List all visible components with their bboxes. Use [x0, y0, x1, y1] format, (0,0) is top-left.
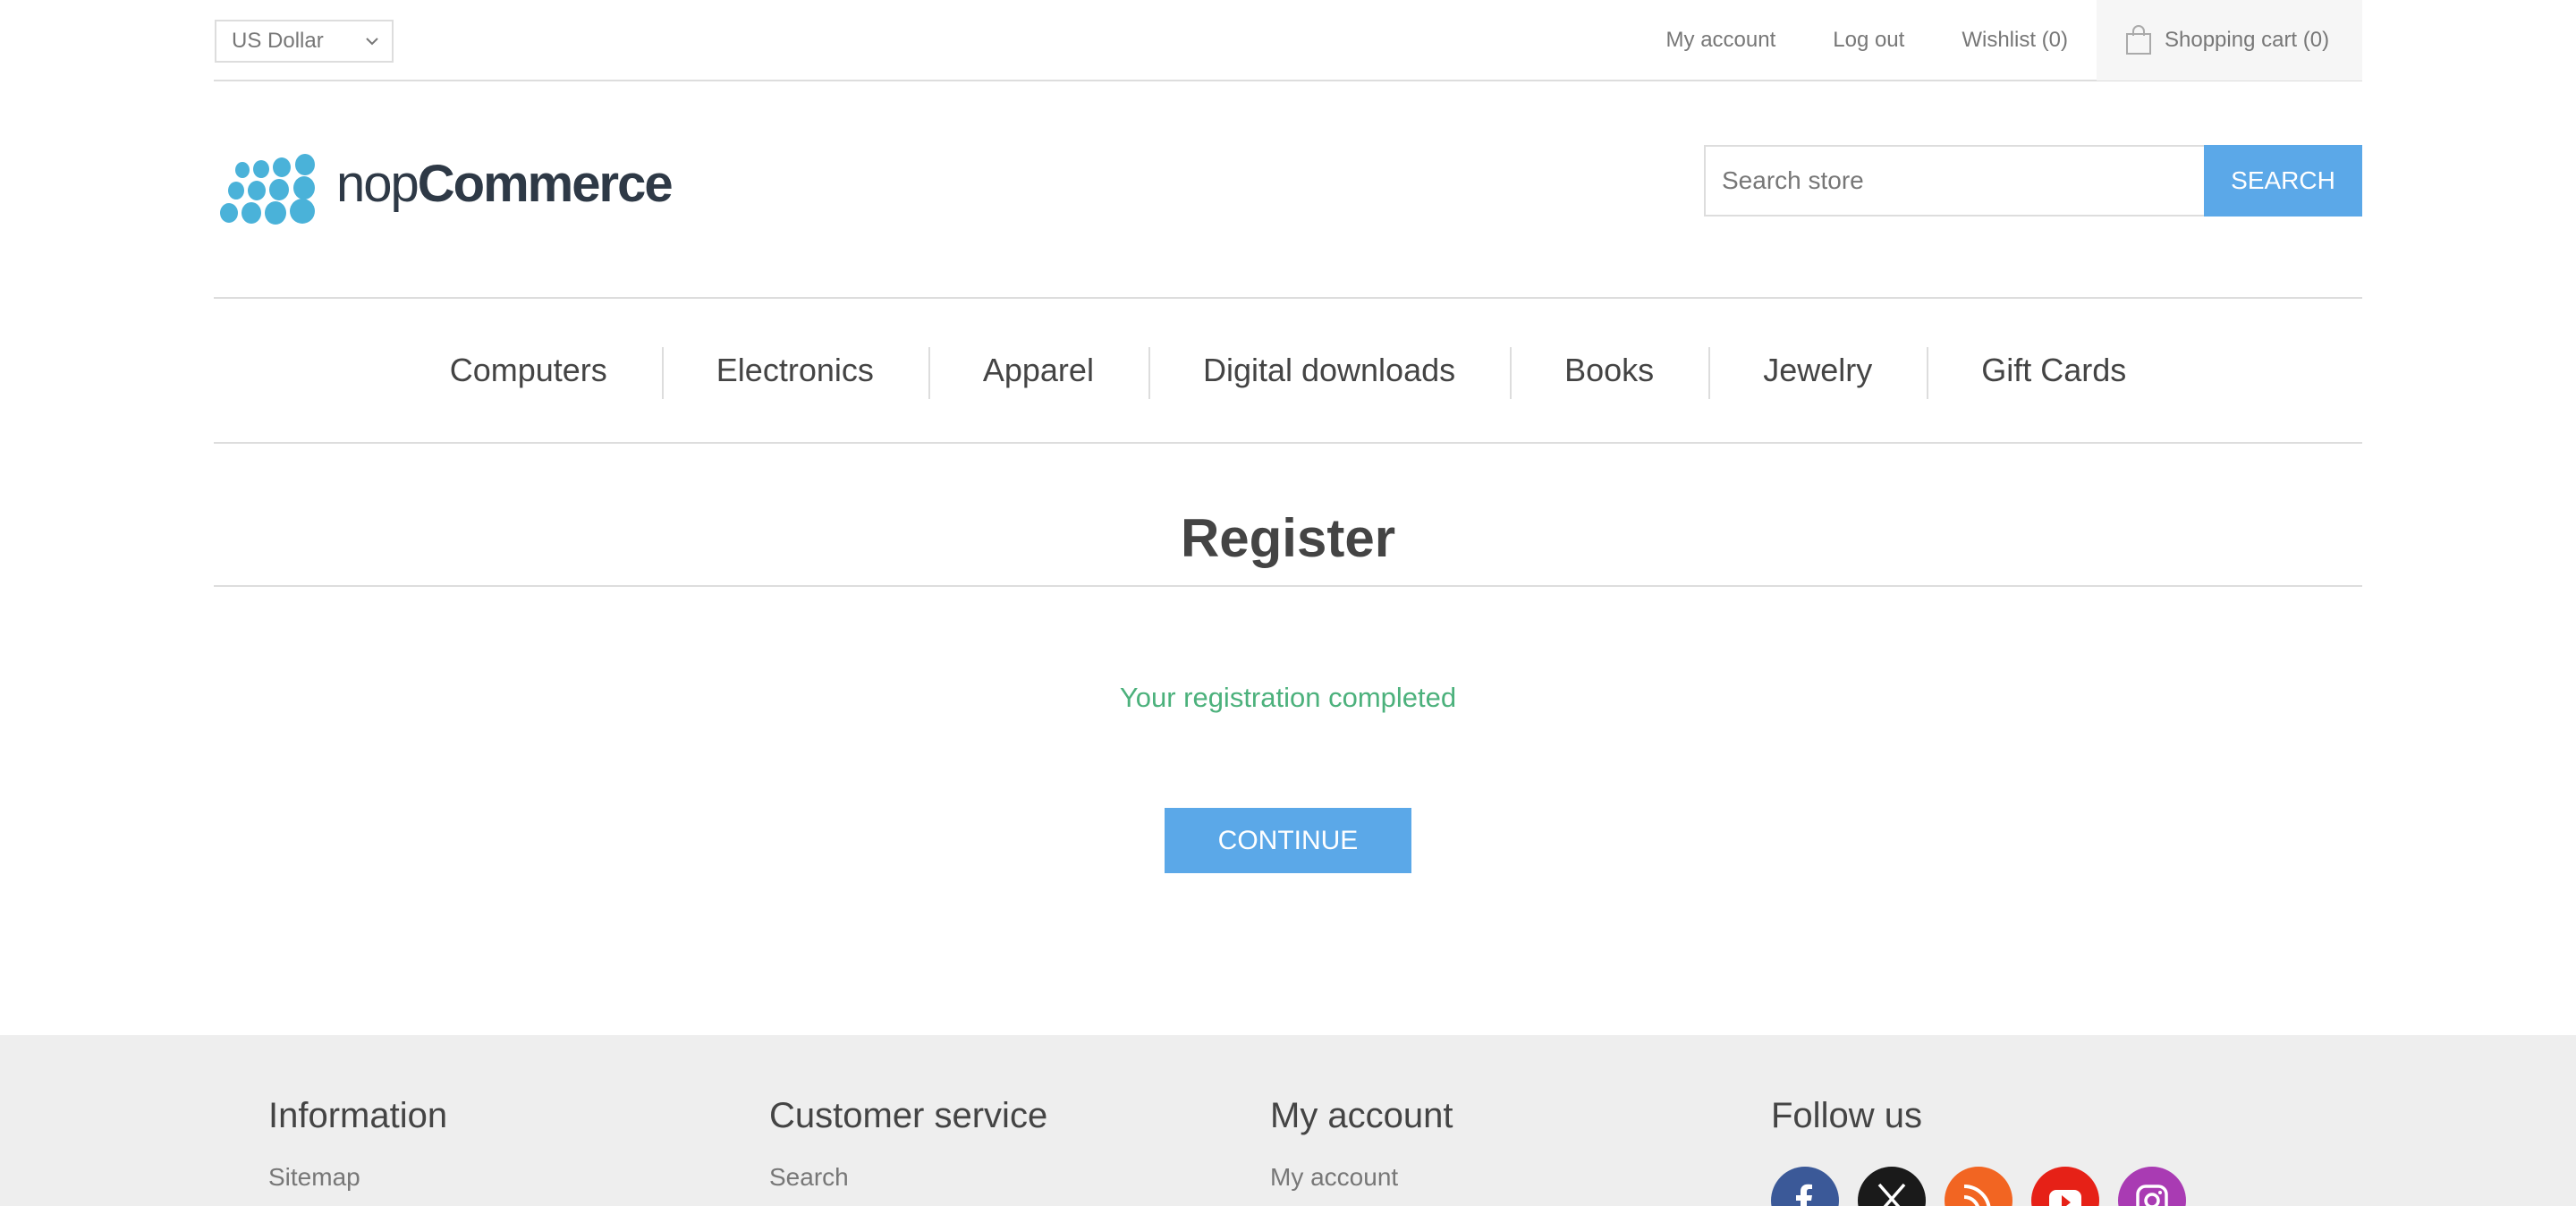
facebook-link[interactable]	[1771, 1167, 1839, 1206]
footer-link-search[interactable]: Search	[769, 1163, 1047, 1192]
shopping-cart-link[interactable]: Shopping cart (0)	[2097, 0, 2362, 81]
footer-information: Information Sitemap	[268, 1096, 447, 1192]
menu-item-computers[interactable]: Computers	[395, 352, 662, 389]
logo-text: nopCommerce	[336, 154, 674, 214]
shopping-cart-label: Shopping cart (0)	[2165, 28, 2330, 52]
instagram-icon	[2136, 1185, 2168, 1206]
footer-follow-us-title: Follow us	[1771, 1096, 1922, 1135]
search-input[interactable]	[1704, 145, 2205, 217]
logo-text-commerce: Commerce	[417, 155, 674, 213]
currency-select[interactable]: US Dollar	[215, 20, 394, 63]
page: US Dollar My account Log out Wishlist (0…	[0, 0, 2576, 1206]
footer-information-title: Information	[268, 1096, 448, 1135]
x-link[interactable]	[1858, 1167, 1926, 1206]
chevron-down-icon	[366, 38, 378, 46]
youtube-icon	[2049, 1190, 2081, 1206]
menu-item-jewelry[interactable]: Jewelry	[1708, 347, 1927, 399]
top-menu: Computers Electronics Apparel Digital do…	[214, 297, 2362, 444]
rss-icon	[1963, 1185, 1991, 1206]
footer-link-sitemap[interactable]: Sitemap	[268, 1163, 447, 1192]
menu-item-gift-cards[interactable]: Gift Cards	[1927, 347, 2181, 399]
footer-my-account: My account My account	[1270, 1096, 1453, 1192]
menu-item-apparel[interactable]: Apparel	[928, 347, 1148, 399]
facebook-icon	[1796, 1184, 1812, 1206]
search-button[interactable]: SEARCH	[2204, 145, 2362, 217]
store-logo[interactable]: nopCommerce	[218, 150, 674, 229]
wishlist-link[interactable]: Wishlist (0)	[1962, 28, 2068, 53]
logo-dots-icon	[220, 154, 315, 225]
youtube-link[interactable]	[2031, 1167, 2099, 1206]
social-links	[1771, 1167, 2205, 1206]
footer-follow-us: Follow us	[1771, 1096, 2205, 1206]
x-icon	[1877, 1183, 1906, 1206]
footer-link-my-account[interactable]: My account	[1270, 1163, 1453, 1192]
footer-customer-service: Customer service Search	[769, 1096, 1047, 1192]
header-links: My account Log out Wishlist (0) Shopping…	[1666, 0, 2362, 81]
log-out-link[interactable]: Log out	[1833, 28, 1904, 53]
page-title: Register	[214, 501, 2362, 587]
menu-item-digital-downloads[interactable]: Digital downloads	[1148, 347, 1510, 399]
registration-result-message: Your registration completed	[1119, 682, 1457, 713]
footer: Information Sitemap Customer service Sea…	[0, 1035, 2576, 1206]
continue-button[interactable]: CONTINUE	[1165, 808, 1411, 873]
footer-my-account-title: My account	[1270, 1096, 1453, 1135]
cart-bag-icon	[2126, 25, 2151, 55]
menu-item-books[interactable]: Books	[1510, 347, 1708, 399]
instagram-link[interactable]	[2118, 1167, 2186, 1206]
my-account-link[interactable]: My account	[1666, 28, 1776, 53]
header-upper: US Dollar My account Log out Wishlist (0…	[214, 0, 2362, 81]
menu-item-electronics[interactable]: Electronics	[661, 347, 928, 399]
currency-value: US Dollar	[232, 29, 324, 53]
footer-customer-service-title: Customer service	[769, 1096, 1048, 1135]
logo-text-nop: nop	[336, 155, 419, 213]
rss-link[interactable]	[1945, 1167, 2012, 1206]
